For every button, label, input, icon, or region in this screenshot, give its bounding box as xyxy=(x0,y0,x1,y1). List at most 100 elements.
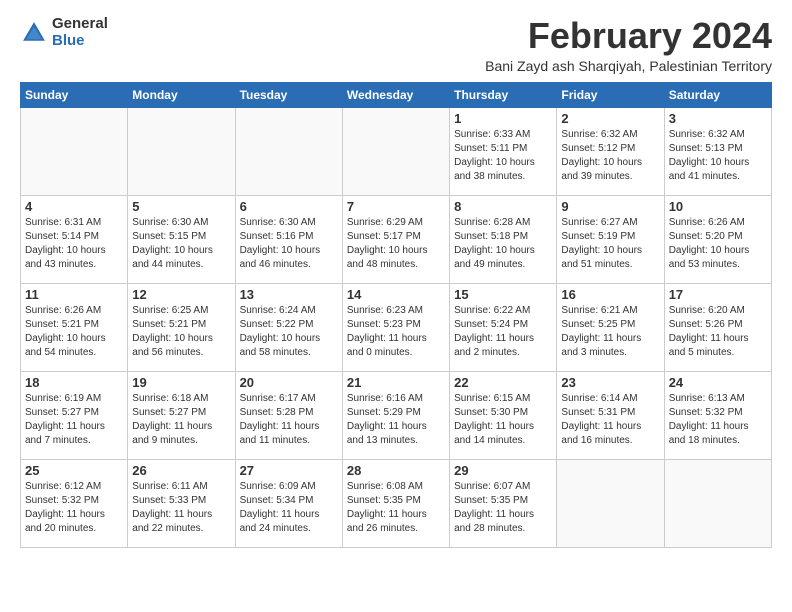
table-row: 7Sunrise: 6:29 AM Sunset: 5:17 PM Daylig… xyxy=(342,195,449,283)
day-number: 2 xyxy=(561,111,659,126)
table-row: 6Sunrise: 6:30 AM Sunset: 5:16 PM Daylig… xyxy=(235,195,342,283)
day-info: Sunrise: 6:33 AM Sunset: 5:11 PM Dayligh… xyxy=(454,128,552,184)
day-info: Sunrise: 6:20 AM Sunset: 5:26 PM Dayligh… xyxy=(669,304,767,360)
calendar-week-row: 1 Sunrise: 6:33 AM Sunset: 5:11 PM Daylig… xyxy=(21,107,772,195)
logo-icon xyxy=(20,19,48,47)
calendar-week-row: 18Sunrise: 6:19 AM Sunset: 5:27 PM Dayli… xyxy=(21,371,772,459)
day-number: 18 xyxy=(25,375,123,390)
day-info: Sunrise: 6:32 AM Sunset: 5:12 PM Dayligh… xyxy=(561,128,659,184)
logo-blue-text: Blue xyxy=(52,33,108,50)
day-info: Sunrise: 6:11 AM Sunset: 5:33 PM Dayligh… xyxy=(132,480,230,536)
col-monday: Monday xyxy=(128,82,235,107)
day-info: Sunrise: 6:08 AM Sunset: 5:35 PM Dayligh… xyxy=(347,480,445,536)
day-info: Sunrise: 6:29 AM Sunset: 5:17 PM Dayligh… xyxy=(347,216,445,272)
col-sunday: Sunday xyxy=(21,82,128,107)
calendar-header-row: Sunday Monday Tuesday Wednesday Thursday… xyxy=(21,82,772,107)
day-number: 25 xyxy=(25,463,123,478)
day-info: Sunrise: 6:26 AM Sunset: 5:20 PM Dayligh… xyxy=(669,216,767,272)
header: General Blue February 2024 Bani Zayd ash… xyxy=(20,16,772,74)
table-row: 13Sunrise: 6:24 AM Sunset: 5:22 PM Dayli… xyxy=(235,283,342,371)
day-info: Sunrise: 6:28 AM Sunset: 5:18 PM Dayligh… xyxy=(454,216,552,272)
table-row: 21Sunrise: 6:16 AM Sunset: 5:29 PM Dayli… xyxy=(342,371,449,459)
day-number: 5 xyxy=(132,199,230,214)
day-info: Sunrise: 6:26 AM Sunset: 5:21 PM Dayligh… xyxy=(25,304,123,360)
table-row: 18Sunrise: 6:19 AM Sunset: 5:27 PM Dayli… xyxy=(21,371,128,459)
day-info: Sunrise: 6:18 AM Sunset: 5:27 PM Dayligh… xyxy=(132,392,230,448)
table-row xyxy=(557,459,664,547)
day-number: 8 xyxy=(454,199,552,214)
table-row: 16Sunrise: 6:21 AM Sunset: 5:25 PM Dayli… xyxy=(557,283,664,371)
logo-general-text: General xyxy=(52,16,108,33)
day-info: Sunrise: 6:25 AM Sunset: 5:21 PM Dayligh… xyxy=(132,304,230,360)
day-info: Sunrise: 6:32 AM Sunset: 5:13 PM Dayligh… xyxy=(669,128,767,184)
day-info: Sunrise: 6:15 AM Sunset: 5:30 PM Dayligh… xyxy=(454,392,552,448)
col-tuesday: Tuesday xyxy=(235,82,342,107)
title-block: February 2024 Bani Zayd ash Sharqiyah, P… xyxy=(485,16,772,74)
location-subtitle: Bani Zayd ash Sharqiyah, Palestinian Ter… xyxy=(485,58,772,74)
day-number: 14 xyxy=(347,287,445,302)
day-info: Sunrise: 6:24 AM Sunset: 5:22 PM Dayligh… xyxy=(240,304,338,360)
table-row: 12Sunrise: 6:25 AM Sunset: 5:21 PM Dayli… xyxy=(128,283,235,371)
table-row: 11 Sunrise: 6:26 AM Sunset: 5:21 PM Dayli… xyxy=(21,283,128,371)
day-number: 23 xyxy=(561,375,659,390)
day-number: 4 xyxy=(25,199,123,214)
table-row xyxy=(664,459,771,547)
day-info: Sunrise: 6:14 AM Sunset: 5:31 PM Dayligh… xyxy=(561,392,659,448)
table-row xyxy=(342,107,449,195)
table-row: 20 Sunrise: 6:17 AM Sunset: 5:28 PM Dayli… xyxy=(235,371,342,459)
day-info: Sunrise: 6:07 AM Sunset: 5:35 PM Dayligh… xyxy=(454,480,552,536)
day-number: 17 xyxy=(669,287,767,302)
table-row: 8 Sunrise: 6:28 AM Sunset: 5:18 PM Daylig… xyxy=(450,195,557,283)
day-number: 3 xyxy=(669,111,767,126)
calendar-week-row: 25Sunrise: 6:12 AM Sunset: 5:32 PM Dayli… xyxy=(21,459,772,547)
table-row: 19Sunrise: 6:18 AM Sunset: 5:27 PM Dayli… xyxy=(128,371,235,459)
day-number: 29 xyxy=(454,463,552,478)
day-info: Sunrise: 6:21 AM Sunset: 5:25 PM Dayligh… xyxy=(561,304,659,360)
col-friday: Friday xyxy=(557,82,664,107)
day-info: Sunrise: 6:30 AM Sunset: 5:16 PM Dayligh… xyxy=(240,216,338,272)
table-row: 3 Sunrise: 6:32 AM Sunset: 5:13 PM Daylig… xyxy=(664,107,771,195)
table-row: 29 Sunrise: 6:07 AM Sunset: 5:35 PM Dayli… xyxy=(450,459,557,547)
table-row: 22Sunrise: 6:15 AM Sunset: 5:30 PM Dayli… xyxy=(450,371,557,459)
day-number: 20 xyxy=(240,375,338,390)
col-thursday: Thursday xyxy=(450,82,557,107)
day-info: Sunrise: 6:22 AM Sunset: 5:24 PM Dayligh… xyxy=(454,304,552,360)
table-row: 9Sunrise: 6:27 AM Sunset: 5:19 PM Daylig… xyxy=(557,195,664,283)
table-row: 23 Sunrise: 6:14 AM Sunset: 5:31 PM Dayli… xyxy=(557,371,664,459)
table-row: 14 Sunrise: 6:23 AM Sunset: 5:23 PM Dayli… xyxy=(342,283,449,371)
day-number: 1 xyxy=(454,111,552,126)
table-row: 24Sunrise: 6:13 AM Sunset: 5:32 PM Dayli… xyxy=(664,371,771,459)
month-year-title: February 2024 xyxy=(485,16,772,56)
day-info: Sunrise: 6:09 AM Sunset: 5:34 PM Dayligh… xyxy=(240,480,338,536)
table-row xyxy=(128,107,235,195)
table-row: 27 Sunrise: 6:09 AM Sunset: 5:34 PM Dayli… xyxy=(235,459,342,547)
day-info: Sunrise: 6:17 AM Sunset: 5:28 PM Dayligh… xyxy=(240,392,338,448)
day-number: 10 xyxy=(669,199,767,214)
calendar-table: Sunday Monday Tuesday Wednesday Thursday… xyxy=(20,82,772,548)
calendar-week-row: 11 Sunrise: 6:26 AM Sunset: 5:21 PM Dayli… xyxy=(21,283,772,371)
day-number: 26 xyxy=(132,463,230,478)
day-info: Sunrise: 6:23 AM Sunset: 5:23 PM Dayligh… xyxy=(347,304,445,360)
col-wednesday: Wednesday xyxy=(342,82,449,107)
day-info: Sunrise: 6:31 AM Sunset: 5:14 PM Dayligh… xyxy=(25,216,123,272)
table-row: 1 Sunrise: 6:33 AM Sunset: 5:11 PM Daylig… xyxy=(450,107,557,195)
day-number: 28 xyxy=(347,463,445,478)
table-row: 10 Sunrise: 6:26 AM Sunset: 5:20 PM Dayli… xyxy=(664,195,771,283)
table-row: 26 Sunrise: 6:11 AM Sunset: 5:33 PM Dayli… xyxy=(128,459,235,547)
calendar-week-row: 4 Sunrise: 6:31 AM Sunset: 5:14 PM Daylig… xyxy=(21,195,772,283)
table-row: 25Sunrise: 6:12 AM Sunset: 5:32 PM Dayli… xyxy=(21,459,128,547)
col-saturday: Saturday xyxy=(664,82,771,107)
day-info: Sunrise: 6:30 AM Sunset: 5:15 PM Dayligh… xyxy=(132,216,230,272)
day-number: 11 xyxy=(25,287,123,302)
page: General Blue February 2024 Bani Zayd ash… xyxy=(0,0,792,560)
day-number: 27 xyxy=(240,463,338,478)
day-info: Sunrise: 6:27 AM Sunset: 5:19 PM Dayligh… xyxy=(561,216,659,272)
table-row: 15 Sunrise: 6:22 AM Sunset: 5:24 PM Dayli… xyxy=(450,283,557,371)
day-number: 24 xyxy=(669,375,767,390)
day-number: 15 xyxy=(454,287,552,302)
table-row: 17 Sunrise: 6:20 AM Sunset: 5:26 PM Dayli… xyxy=(664,283,771,371)
table-row xyxy=(235,107,342,195)
day-number: 21 xyxy=(347,375,445,390)
table-row: 2 Sunrise: 6:32 AM Sunset: 5:12 PM Daylig… xyxy=(557,107,664,195)
logo: General Blue xyxy=(20,16,108,49)
